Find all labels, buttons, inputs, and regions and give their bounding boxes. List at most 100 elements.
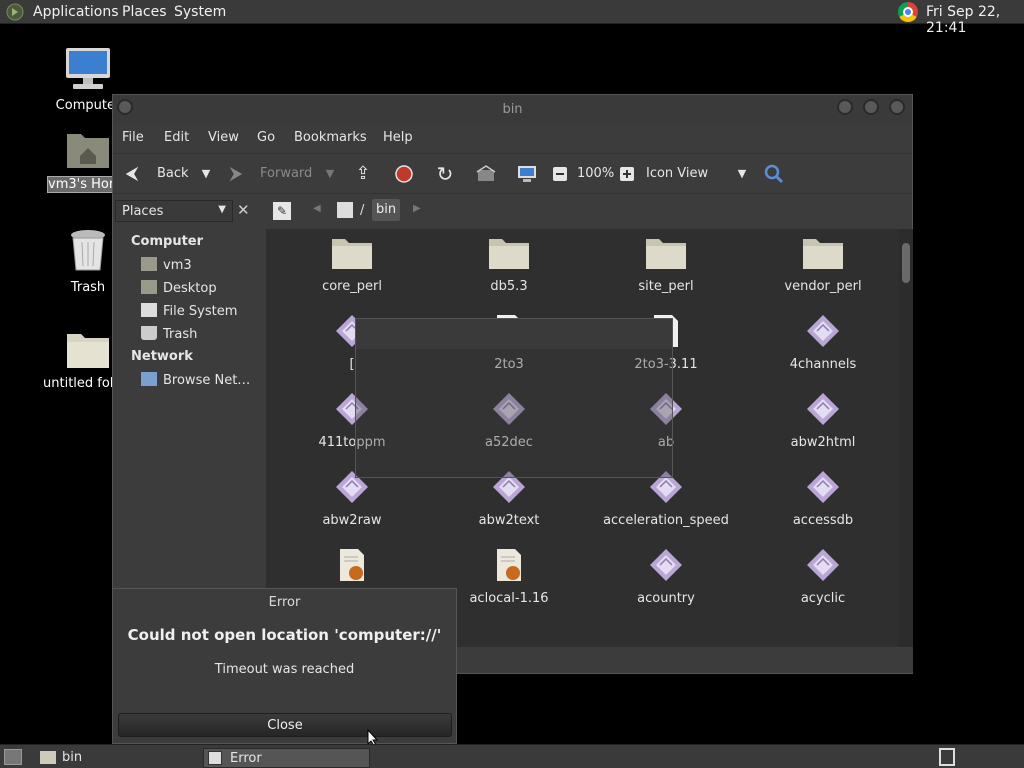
maximize-button[interactable] xyxy=(863,99,879,115)
zoom-in-icon[interactable] xyxy=(616,163,638,185)
chrome-icon[interactable] xyxy=(898,2,918,22)
places-menu[interactable]: Places xyxy=(122,4,167,20)
window-titlebar[interactable]: bin xyxy=(113,95,912,123)
desktop-folder-icon xyxy=(141,280,157,294)
sidebar-item-desktop[interactable]: Desktop xyxy=(141,280,217,296)
file-item[interactable]: acyclic xyxy=(753,547,893,606)
sidebar-item-label: Trash xyxy=(163,327,198,342)
file-item[interactable]: core_perl xyxy=(282,235,422,294)
sidebar-item-vm3[interactable]: vm3 xyxy=(141,257,192,273)
workspace-switcher-icon[interactable] xyxy=(939,748,955,766)
close-window-button[interactable] xyxy=(889,99,905,115)
view-mode-select[interactable]: Icon View xyxy=(646,166,708,181)
file-item[interactable]: site_perl xyxy=(596,235,736,294)
path-scroll-left-icon[interactable]: ◀ xyxy=(313,203,321,214)
error-dialog[interactable]: Error Could not open location 'computer:… xyxy=(112,588,457,744)
stop-icon[interactable] xyxy=(393,163,415,185)
menu-bookmarks[interactable]: Bookmarks xyxy=(294,130,367,145)
zoom-out-icon[interactable] xyxy=(549,163,571,185)
executable-icon xyxy=(650,549,682,581)
file-item-label: abw2raw xyxy=(322,513,382,528)
folder-icon xyxy=(489,239,529,269)
back-arrow-icon[interactable]: ⮜ xyxy=(121,163,143,185)
toolbar: ⮜ Back ▼ ⮞ Forward ▼ ⇪ ↻ 100% Icon View … xyxy=(113,153,912,193)
location-bar: Places ▼ ✕ ✎ ◀ / bin ▶ xyxy=(113,193,912,229)
sidebar-item-browse-network[interactable]: Browse Net… xyxy=(141,372,250,388)
home-icon[interactable] xyxy=(475,163,497,185)
computer-icon[interactable] xyxy=(516,163,538,185)
sidebar-heading-computer: Computer xyxy=(131,234,204,249)
file-item-label: core_perl xyxy=(322,279,382,294)
file-item-label: 4channels xyxy=(789,357,857,372)
file-item-label: abw2html xyxy=(790,435,856,450)
path-scroll-right-icon[interactable]: ▶ xyxy=(413,203,421,214)
menu-file[interactable]: File xyxy=(122,130,144,145)
file-item-label: accessdb xyxy=(792,513,854,528)
file-item-label: db5.3 xyxy=(490,279,528,294)
view-mode-chevron-icon[interactable]: ▼ xyxy=(731,163,753,185)
file-item-label: acyclic xyxy=(800,591,846,606)
vertical-scrollbar[interactable] xyxy=(899,229,913,647)
folder-icon xyxy=(646,239,686,269)
back-button[interactable]: Back xyxy=(157,166,189,181)
file-item[interactable]: abw2html xyxy=(753,391,893,450)
executable-icon xyxy=(807,549,839,581)
menu-view[interactable]: View xyxy=(208,130,239,145)
reload-icon[interactable]: ↻ xyxy=(434,163,456,185)
taskbar-item-bin[interactable]: bin xyxy=(36,748,196,768)
minimize-button[interactable] xyxy=(837,99,853,115)
dialog-title: Error xyxy=(268,595,301,610)
sidebar-item-trash[interactable]: Trash xyxy=(141,326,197,342)
ghost-popup-window xyxy=(355,318,673,478)
path-root[interactable]: / xyxy=(360,203,364,218)
file-item[interactable]: aclocal-1.16 xyxy=(439,547,579,606)
close-sidebar-icon[interactable]: ✕ xyxy=(237,201,250,219)
forward-history-chevron-icon[interactable]: ▼ xyxy=(319,163,341,185)
system-menu[interactable]: System xyxy=(174,4,226,20)
show-desktop-icon[interactable] xyxy=(4,749,22,765)
places-combo-label: Places xyxy=(122,204,164,219)
applications-menu[interactable]: Applications xyxy=(33,4,119,20)
trash-icon xyxy=(141,326,157,340)
sidebar-heading-network: Network xyxy=(131,349,193,364)
bottom-panel: bin Error xyxy=(0,744,1024,768)
forward-arrow-icon[interactable]: ⮞ xyxy=(225,163,247,185)
distro-logo-icon[interactable] xyxy=(6,3,24,21)
menu-edit[interactable]: Edit xyxy=(164,130,189,145)
file-item[interactable]: acountry xyxy=(596,547,736,606)
file-item[interactable]: 4channels xyxy=(753,313,893,372)
file-item[interactable]: vendor_perl xyxy=(753,235,893,294)
scrollbar-thumb[interactable] xyxy=(902,243,910,283)
chevron-down-icon: ▼ xyxy=(218,204,226,215)
path-current-bin[interactable]: bin xyxy=(372,199,401,221)
computer-icon xyxy=(66,48,110,89)
file-item-label: abw2text xyxy=(478,513,540,528)
forward-button[interactable]: Forward xyxy=(260,166,312,181)
error-message: Could not open location 'computer://' xyxy=(127,626,442,644)
menu-go[interactable]: Go xyxy=(257,130,275,145)
zoom-level[interactable]: 100% xyxy=(577,166,614,181)
file-item[interactable] xyxy=(282,547,422,591)
script-file-icon xyxy=(340,549,364,581)
error-detail: Timeout was reached xyxy=(214,662,355,677)
back-history-chevron-icon[interactable]: ▼ xyxy=(195,163,217,185)
folder-icon xyxy=(803,239,843,269)
folder-icon xyxy=(332,239,372,269)
trash-icon xyxy=(71,230,105,271)
file-item[interactable]: accessdb xyxy=(753,469,893,528)
file-item-label: aclocal-1.16 xyxy=(469,591,549,606)
sidebar-item-label: Desktop xyxy=(163,281,217,296)
sidebar-item-file-system[interactable]: File System xyxy=(141,303,237,319)
menu-help[interactable]: Help xyxy=(383,130,413,145)
close-button[interactable]: Close xyxy=(118,713,452,737)
window-title: bin xyxy=(502,102,523,117)
file-item[interactable]: db5.3 xyxy=(439,235,579,294)
sidebar-places-combo[interactable]: Places ▼ xyxy=(115,200,233,222)
root-drive-icon[interactable] xyxy=(337,202,353,218)
folder-icon xyxy=(40,751,56,764)
search-icon[interactable] xyxy=(763,163,785,185)
up-arrow-icon[interactable]: ⇪ xyxy=(352,163,374,185)
taskbar-item-error[interactable]: Error xyxy=(203,748,370,768)
edit-location-icon[interactable]: ✎ xyxy=(273,202,291,220)
clock[interactable]: Fri Sep 22, 21:41 xyxy=(926,4,1024,36)
